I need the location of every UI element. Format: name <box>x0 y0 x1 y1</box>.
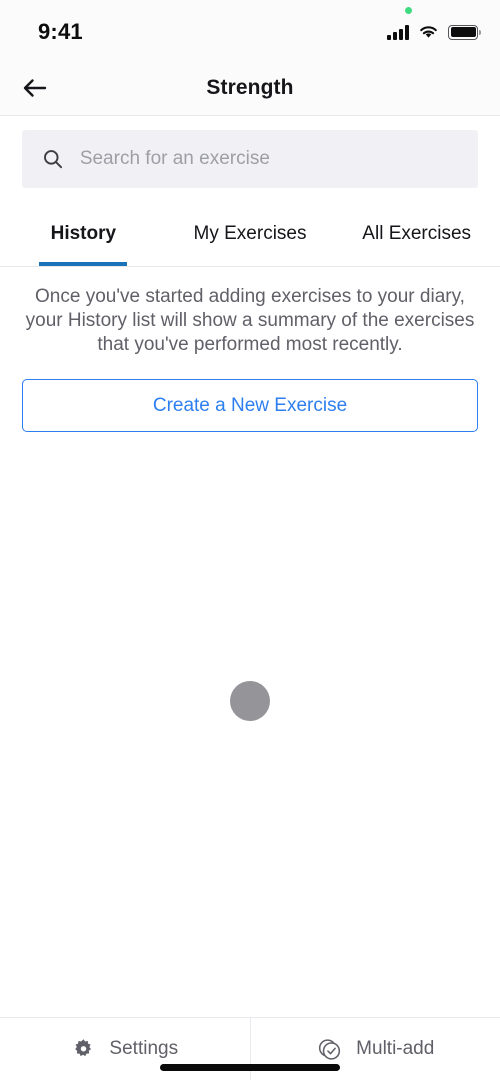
check-circle-stack-icon <box>319 1038 341 1060</box>
loading-circle-placeholder <box>230 681 270 721</box>
page-title: Strength <box>206 75 294 99</box>
create-new-exercise-button[interactable]: Create a New Exercise <box>22 379 478 432</box>
search-input[interactable] <box>79 148 458 170</box>
wifi-icon <box>420 26 437 38</box>
home-indicator-bar[interactable] <box>160 1064 340 1071</box>
battery-full-icon <box>448 24 481 40</box>
tab-all-exercises[interactable]: All Exercises <box>333 202 500 266</box>
tab-my-exercises-label: My Exercises <box>193 223 307 244</box>
tab-history-label: History <box>50 223 117 244</box>
tab-my-exercises[interactable]: My Exercises <box>167 202 334 266</box>
cellular-signal-icon <box>387 24 409 40</box>
status-bar: 9:41 <box>0 0 500 60</box>
bottom-item-multi-add-label: Multi-add <box>356 1038 435 1059</box>
app-header: Strength <box>0 60 500 116</box>
back-button[interactable] <box>18 71 52 105</box>
app-screen: 9:41 Strength Search for an exercise His… <box>0 0 500 1080</box>
search-icon <box>44 150 63 169</box>
gear-icon <box>75 1038 92 1056</box>
back-arrow-icon <box>23 78 47 97</box>
search-box[interactable] <box>22 130 478 188</box>
status-bar-time: 9:41 <box>38 19 83 44</box>
bottom-toolbar: Settings Multi-add <box>0 1017 500 1080</box>
bottom-item-settings-label: Settings <box>109 1038 179 1059</box>
tab-history[interactable]: History <box>0 202 167 266</box>
empty-state-message: Once you've started adding exercises to … <box>25 286 475 355</box>
green-status-dot-icon <box>405 7 412 14</box>
status-bar-icons <box>387 7 481 40</box>
search-section <box>0 116 500 202</box>
tab-bar: History My Exercises All Exercises <box>0 202 500 267</box>
tab-all-exercises-label: All Exercises <box>362 223 472 244</box>
main-content: Once you've started adding exercises to … <box>0 267 500 1017</box>
